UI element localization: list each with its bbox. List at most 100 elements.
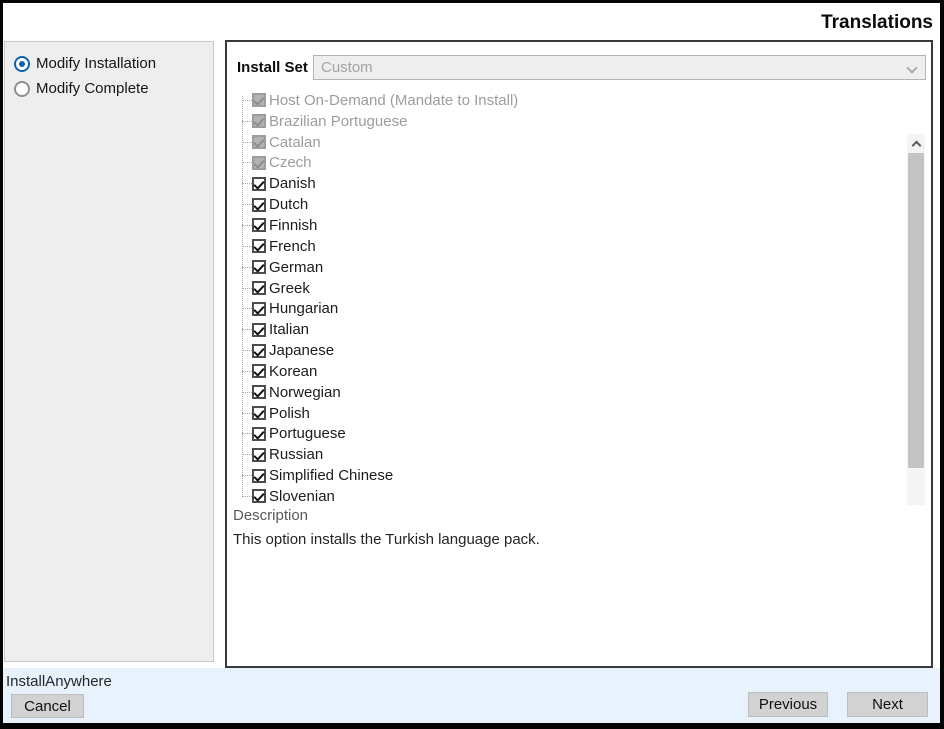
language-item-label: Brazilian Portuguese bbox=[269, 113, 407, 130]
language-item-row[interactable]: French bbox=[227, 236, 905, 257]
tree-branch-line bbox=[242, 162, 252, 163]
tree-branch-line bbox=[242, 183, 252, 184]
language-item-label: Finnish bbox=[269, 217, 317, 234]
checkbox-icon[interactable] bbox=[252, 323, 266, 337]
tree-branch-line bbox=[242, 100, 252, 101]
language-item-label: Greek bbox=[269, 280, 310, 297]
scrollbar-thumb[interactable] bbox=[908, 153, 924, 468]
footer-bar: InstallAnywhere Cancel Previous Next bbox=[3, 668, 940, 723]
checkbox-icon[interactable] bbox=[252, 177, 266, 191]
language-item-row: Brazilian Portuguese bbox=[227, 111, 905, 132]
language-item-row: Czech bbox=[227, 153, 905, 174]
radio-option-modify-installation[interactable]: Modify Installation bbox=[14, 55, 213, 72]
checkbox-icon[interactable] bbox=[252, 344, 266, 358]
checkbox-icon bbox=[252, 156, 266, 170]
language-list: Host On-Demand (Mandate to Install) Brazi… bbox=[227, 88, 931, 505]
checkbox-icon[interactable] bbox=[252, 218, 266, 232]
next-button[interactable]: Next bbox=[847, 692, 928, 717]
language-item-label: Portuguese bbox=[269, 425, 346, 442]
tree-branch-line bbox=[242, 454, 252, 455]
language-item-row[interactable]: Danish bbox=[227, 173, 905, 194]
language-item-row[interactable]: Norwegian bbox=[227, 382, 905, 403]
language-item-label: French bbox=[269, 238, 316, 255]
tree-branch-line bbox=[242, 392, 252, 393]
language-rows: Host On-Demand (Mandate to Install) Brazi… bbox=[227, 90, 905, 505]
vertical-scrollbar[interactable] bbox=[907, 134, 925, 505]
language-item-row[interactable]: Japanese bbox=[227, 340, 905, 361]
scroll-up-button[interactable] bbox=[907, 134, 925, 152]
radio-selected-icon[interactable] bbox=[14, 56, 30, 72]
language-item-label: Dutch bbox=[269, 196, 308, 213]
chevron-up-icon bbox=[911, 140, 921, 150]
language-item-row[interactable]: Korean bbox=[227, 361, 905, 382]
language-item-label: Korean bbox=[269, 363, 317, 380]
tree-branch-line bbox=[242, 433, 252, 434]
tree-branch-line bbox=[242, 350, 252, 351]
checkbox-icon[interactable] bbox=[252, 406, 266, 420]
chevron-down-icon bbox=[906, 62, 917, 73]
language-item-row[interactable]: Greek bbox=[227, 278, 905, 299]
tree-branch-line bbox=[242, 121, 252, 122]
language-item-row[interactable]: Dutch bbox=[227, 194, 905, 215]
language-item-label: Norwegian bbox=[269, 384, 341, 401]
language-item-label: Russian bbox=[269, 446, 323, 463]
language-item-label: Host On-Demand (Mandate to Install) bbox=[269, 92, 518, 109]
tree-branch-line bbox=[242, 308, 252, 309]
tree-branch-line bbox=[242, 496, 252, 497]
language-item-row[interactable]: Russian bbox=[227, 444, 905, 465]
install-set-value: Custom bbox=[321, 59, 373, 76]
language-item-label: Czech bbox=[269, 154, 312, 171]
language-item-label: Italian bbox=[269, 321, 309, 338]
language-item-row[interactable]: Portuguese bbox=[227, 424, 905, 445]
cancel-button[interactable]: Cancel bbox=[11, 694, 84, 718]
language-item-row[interactable]: Finnish bbox=[227, 215, 905, 236]
checkbox-icon bbox=[252, 135, 266, 149]
radio-option-modify-complete[interactable]: Modify Complete bbox=[14, 80, 213, 97]
checkbox-icon[interactable] bbox=[252, 448, 266, 462]
tree-branch-line bbox=[242, 475, 252, 476]
language-item-label: Simplified Chinese bbox=[269, 467, 393, 484]
language-item-label: Japanese bbox=[269, 342, 334, 359]
checkbox-icon[interactable] bbox=[252, 302, 266, 316]
checkbox-icon[interactable] bbox=[252, 489, 266, 503]
language-item-label: Catalan bbox=[269, 134, 321, 151]
checkbox-icon[interactable] bbox=[252, 364, 266, 378]
language-item-label: Danish bbox=[269, 175, 316, 192]
language-item-label: Hungarian bbox=[269, 300, 338, 317]
language-item-row: Host On-Demand (Mandate to Install) bbox=[227, 90, 905, 111]
language-item-row[interactable]: Slovenian bbox=[227, 486, 905, 505]
tree-branch-line bbox=[242, 246, 252, 247]
language-item-row[interactable]: Italian bbox=[227, 319, 905, 340]
language-item-row: Catalan bbox=[227, 132, 905, 153]
sidebar-option-list: Modify Installation Modify Complete bbox=[5, 55, 213, 97]
installer-window: Translations Modify InstallationModify C… bbox=[0, 0, 944, 729]
install-set-dropdown: Custom bbox=[313, 55, 926, 80]
language-item-row[interactable]: Hungarian bbox=[227, 298, 905, 319]
checkbox-icon[interactable] bbox=[252, 385, 266, 399]
tree-branch-line bbox=[242, 267, 252, 268]
tree-branch-line bbox=[242, 413, 252, 414]
checkbox-icon[interactable] bbox=[252, 239, 266, 253]
tree-branch-line bbox=[242, 371, 252, 372]
previous-button[interactable]: Previous bbox=[748, 692, 828, 717]
radio-option-label: Modify Installation bbox=[36, 55, 156, 72]
checkbox-icon[interactable] bbox=[252, 198, 266, 212]
checkbox-icon[interactable] bbox=[252, 469, 266, 483]
description-label: Description bbox=[233, 507, 308, 524]
radio-option-label: Modify Complete bbox=[36, 80, 149, 97]
checkbox-icon[interactable] bbox=[252, 260, 266, 274]
language-item-row[interactable]: German bbox=[227, 257, 905, 278]
checkbox-icon[interactable] bbox=[252, 281, 266, 295]
language-item-row[interactable]: Polish bbox=[227, 403, 905, 424]
tree-branch-line bbox=[242, 288, 252, 289]
main-panel: Install Set Custom Host On-Demand (Manda… bbox=[225, 40, 933, 668]
checkbox-icon[interactable] bbox=[252, 427, 266, 441]
checkbox-icon bbox=[252, 114, 266, 128]
radio-unselected-icon[interactable] bbox=[14, 81, 30, 97]
language-item-label: Polish bbox=[269, 405, 310, 422]
language-item-label: Slovenian bbox=[269, 488, 335, 505]
language-item-row[interactable]: Simplified Chinese bbox=[227, 465, 905, 486]
brand-label: InstallAnywhere bbox=[6, 673, 112, 690]
tree-branch-line bbox=[242, 204, 252, 205]
tree-branch-line bbox=[242, 329, 252, 330]
